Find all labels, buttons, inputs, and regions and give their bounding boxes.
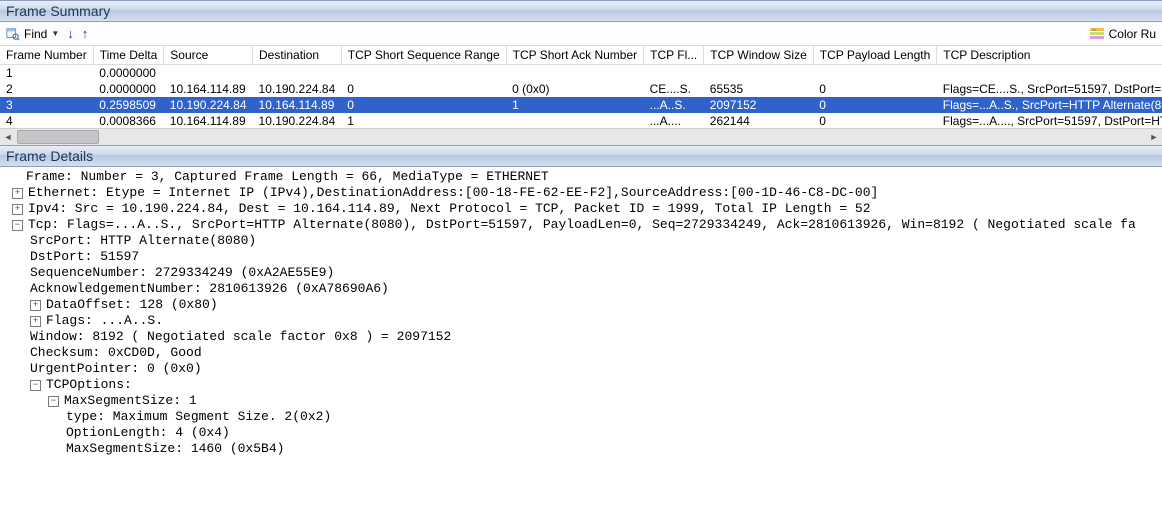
find-icon — [6, 27, 20, 41]
cell: 0 — [813, 81, 937, 97]
cell — [704, 65, 813, 82]
cell: Flags=CE....S., SrcPort=51597, DstPort=H… — [937, 81, 1162, 97]
cell: 0.0000000 — [93, 65, 164, 82]
tree-node[interactable]: Frame: Number = 3, Captured Frame Length… — [4, 169, 1158, 185]
expand-icon[interactable]: + — [12, 188, 23, 199]
tree-node[interactable]: UrgentPointer: 0 (0x0) — [4, 361, 1158, 377]
tree-node[interactable]: −MaxSegmentSize: 1 — [4, 393, 1158, 409]
scroll-right-icon[interactable]: ► — [1146, 129, 1162, 145]
cell: Flags=...A...., SrcPort=51597, DstPort=H… — [937, 113, 1162, 128]
find-dropdown-icon: ▼ — [51, 29, 59, 38]
cell — [937, 65, 1162, 82]
cell: 0 — [341, 81, 506, 97]
tree-node[interactable]: SrcPort: HTTP Alternate(8080) — [4, 233, 1158, 249]
cell: 2097152 — [704, 97, 813, 113]
tree-node[interactable]: DstPort: 51597 — [4, 249, 1158, 265]
tree-node[interactable]: OptionLength: 4 (0x4) — [4, 425, 1158, 441]
find-next-button[interactable]: ↓ — [67, 26, 74, 41]
tree-node[interactable]: Checksum: 0xCD0D, Good — [4, 345, 1158, 361]
cell — [164, 65, 253, 82]
col-payload-length[interactable]: TCP Payload Length — [813, 46, 937, 65]
color-rules-button[interactable]: ab Color Ru — [1089, 27, 1156, 41]
cell: 0 — [813, 113, 937, 128]
col-seq-range[interactable]: TCP Short Sequence Range — [341, 46, 506, 65]
cell: CE....S. — [644, 81, 704, 97]
cell — [506, 113, 644, 128]
grid-header-row: Frame Number Time Delta Source Destinati… — [0, 46, 1162, 65]
cell — [506, 65, 644, 82]
cell: 10.190.224.84 — [164, 97, 253, 113]
scroll-left-icon[interactable]: ◄ — [0, 129, 16, 145]
tree-node[interactable]: +Ipv4: Src = 10.190.224.84, Dest = 10.16… — [4, 201, 1158, 217]
frame-details-title: Frame Details — [0, 145, 1162, 167]
cell: 10.190.224.84 — [253, 81, 342, 97]
scroll-thumb[interactable] — [17, 130, 99, 144]
tree-node[interactable]: +DataOffset: 128 (0x80) — [4, 297, 1158, 313]
col-tcp-flags[interactable]: TCP Fl... — [644, 46, 704, 65]
tree-node[interactable]: MaxSegmentSize: 1460 (0x5B4) — [4, 441, 1158, 457]
cell — [644, 65, 704, 82]
col-ack-number[interactable]: TCP Short Ack Number — [506, 46, 644, 65]
tree-node[interactable]: +Ethernet: Etype = Internet IP (IPv4),De… — [4, 185, 1158, 201]
svg-text:ab: ab — [1092, 27, 1097, 32]
col-source[interactable]: Source — [164, 46, 253, 65]
collapse-icon[interactable]: − — [12, 220, 23, 231]
collapse-icon[interactable]: − — [30, 380, 41, 391]
expand-icon[interactable]: + — [30, 300, 41, 311]
expand-icon[interactable]: + — [30, 316, 41, 327]
col-window-size[interactable]: TCP Window Size — [704, 46, 813, 65]
cell: 0.2598509 — [93, 97, 164, 113]
cell: 0 (0x0) — [506, 81, 644, 97]
cell: 10.164.114.89 — [253, 97, 342, 113]
color-rules-label: Color Ru — [1109, 27, 1156, 41]
table-row[interactable]: 40.000836610.164.114.8910.190.224.841...… — [0, 113, 1162, 128]
cell: 0 — [341, 97, 506, 113]
color-rules-icon: ab — [1089, 27, 1105, 41]
collapse-icon[interactable]: − — [48, 396, 59, 407]
tree-node[interactable]: +Flags: ...A..S. — [4, 313, 1158, 329]
col-time-delta[interactable]: Time Delta — [93, 46, 164, 65]
find-button[interactable]: Find ▼ — [6, 27, 59, 41]
cell: 2 — [0, 81, 93, 97]
find-label: Find — [24, 27, 47, 41]
cell: 10.164.114.89 — [164, 113, 253, 128]
cell: ...A.... — [644, 113, 704, 128]
cell: 1 — [341, 113, 506, 128]
cell: 1 — [506, 97, 644, 113]
cell — [813, 65, 937, 82]
tree-node[interactable]: −TCPOptions: — [4, 377, 1158, 393]
cell: 1 — [0, 65, 93, 82]
tree-node[interactable]: Window: 8192 ( Negotiated scale factor 0… — [4, 329, 1158, 345]
frame-grid[interactable]: Frame Number Time Delta Source Destinati… — [0, 46, 1162, 128]
tree-node[interactable]: AcknowledgementNumber: 2810613926 (0xA78… — [4, 281, 1158, 297]
cell: Flags=...A..S., SrcPort=HTTP Alternate(8… — [937, 97, 1162, 113]
tree-node[interactable]: SequenceNumber: 2729334249 (0xA2AE55E9) — [4, 265, 1158, 281]
cell: 0 — [813, 97, 937, 113]
cell: 4 — [0, 113, 93, 128]
tree-node[interactable]: type: Maximum Segment Size. 2(0x2) — [4, 409, 1158, 425]
table-row[interactable]: 10.0000000 — [0, 65, 1162, 82]
summary-toolbar: Find ▼ ↓ ↑ ab Color Ru — [0, 22, 1162, 46]
cell: ...A..S. — [644, 97, 704, 113]
col-frame-number[interactable]: Frame Number — [0, 46, 93, 65]
expand-icon[interactable]: + — [12, 204, 23, 215]
tree-node[interactable]: −Tcp: Flags=...A..S., SrcPort=HTTP Alter… — [4, 217, 1158, 233]
frame-summary-title: Frame Summary — [0, 0, 1162, 22]
table-row[interactable]: 20.000000010.164.114.8910.190.224.8400 (… — [0, 81, 1162, 97]
cell: 10.164.114.89 — [164, 81, 253, 97]
find-prev-button[interactable]: ↑ — [82, 26, 89, 41]
cell: 65535 — [704, 81, 813, 97]
cell: 262144 — [704, 113, 813, 128]
cell: 0.0008366 — [93, 113, 164, 128]
col-description[interactable]: TCP Description — [937, 46, 1162, 65]
cell — [341, 65, 506, 82]
frame-details-tree[interactable]: Frame: Number = 3, Captured Frame Length… — [0, 167, 1162, 459]
table-row[interactable]: 30.259850910.190.224.8410.164.114.8901..… — [0, 97, 1162, 113]
col-destination[interactable]: Destination — [253, 46, 342, 65]
cell: 0.0000000 — [93, 81, 164, 97]
cell: 10.190.224.84 — [253, 113, 342, 128]
grid-horizontal-scrollbar[interactable]: ◄ ► — [0, 128, 1162, 145]
cell — [253, 65, 342, 82]
cell: 3 — [0, 97, 93, 113]
